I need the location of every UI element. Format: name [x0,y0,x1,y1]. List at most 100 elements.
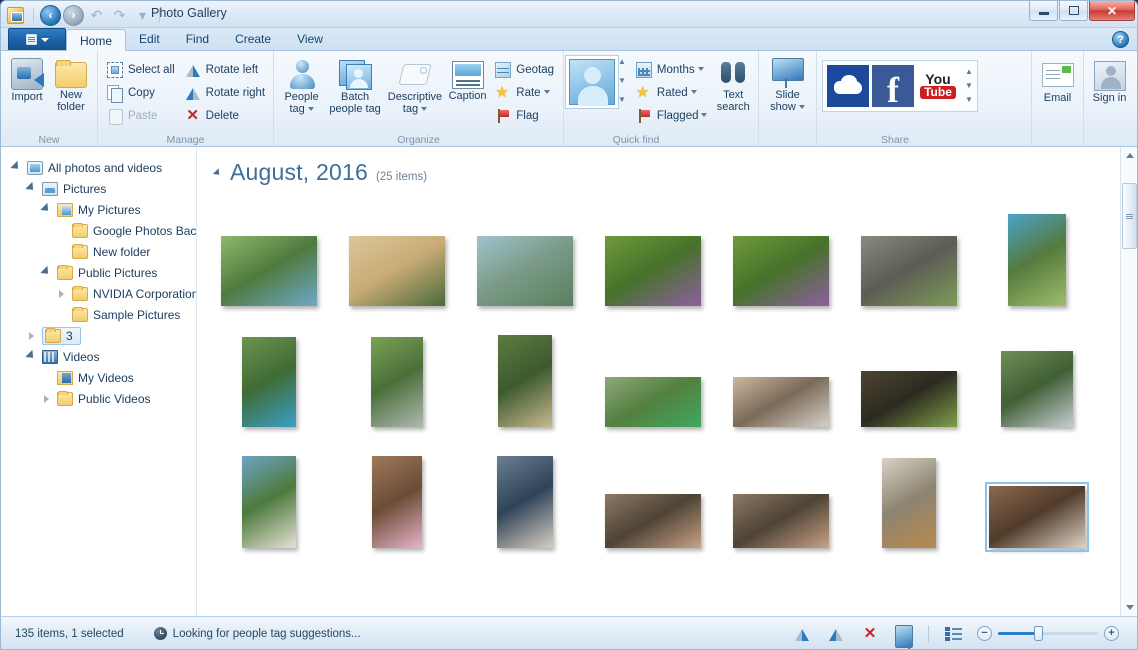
sidebar-item-new-folder[interactable]: New folder [1,241,196,262]
rated-button[interactable]: ★ Rated [632,82,712,103]
thumbnail-cell[interactable] [727,445,835,548]
thumbnail-cell[interactable] [983,324,1091,427]
sidebar-item-my-pictures[interactable]: My Pictures [1,199,196,220]
thumbnail-cell[interactable] [599,445,707,548]
photo-thumbnail[interactable] [605,377,701,427]
photo-thumbnail[interactable] [372,456,422,548]
collapse-group-icon[interactable] [212,167,223,178]
twisty-expanded-icon[interactable] [9,160,23,173]
sidebar-item-public-videos[interactable]: Public Videos [1,388,196,409]
new-folder-button[interactable]: New folder [50,55,92,113]
people-preview-thumbnail[interactable] [569,59,615,106]
thumbnail-cell[interactable] [983,445,1091,552]
sidebar-item-public-pictures[interactable]: Public Pictures [1,262,196,283]
twisty-expanded-icon[interactable] [24,349,38,362]
paste-button[interactable]: Paste [103,105,179,126]
photo-thumbnail[interactable] [733,377,829,427]
photo-thumbnail[interactable] [349,236,445,306]
customize-qat-icon[interactable]: ▾ [132,5,153,26]
photo-thumbnail[interactable] [477,236,573,306]
thumbnail-cell[interactable] [599,203,707,306]
zoom-slider-handle[interactable] [1034,626,1043,641]
tab-edit[interactable]: Edit [126,28,173,50]
zoom-in-button[interactable]: + [1104,626,1119,641]
status-rotate-right-button[interactable] [826,624,846,644]
thumbnail-cell[interactable] [855,324,963,427]
twisty-expanded-icon[interactable] [39,202,53,215]
thumbnail-cell[interactable] [215,324,323,427]
delete-button[interactable]: ✕ Delete [181,105,269,126]
rate-button[interactable]: ★ Rate [491,82,558,103]
scroll-more-icon[interactable]: ▼ [618,96,626,104]
thumbnail-cell[interactable] [471,445,579,548]
thumbnail-cell[interactable] [215,566,323,616]
forward-button[interactable]: › [63,4,84,26]
rotate-left-button[interactable]: Rotate left [181,59,269,80]
thumbnail-cell[interactable] [215,445,323,548]
sidebar-item-videos[interactable]: Videos [1,346,196,367]
undo-icon[interactable]: ↶ [86,5,107,26]
tab-create[interactable]: Create [222,28,284,50]
photo-thumbnail[interactable] [221,236,317,306]
sidebar-item-3[interactable]: 3 [1,325,196,346]
app-icon[interactable] [7,6,24,24]
thumbnail-cell[interactable] [343,324,451,427]
sidebar-item-nvidia-corporation[interactable]: NVIDIA Corporation [1,283,196,304]
scroll-down-button[interactable] [1121,599,1137,616]
youtube-tile[interactable]: You Tube [917,65,959,107]
text-search-button[interactable]: Text search [713,55,753,113]
sidebar-item-sample-pictures[interactable]: Sample Pictures [1,304,196,325]
twisty-collapsed-icon[interactable] [54,289,68,298]
thumbnail-cell[interactable] [727,203,835,306]
back-button[interactable]: ‹ [40,4,61,26]
zoom-control[interactable]: − + [977,626,1119,641]
import-button[interactable]: Import [6,55,48,104]
scroll-down-icon[interactable]: ▼ [965,82,973,90]
zoom-out-button[interactable]: − [977,626,992,641]
thumbnail-cell[interactable] [599,566,707,616]
photo-thumbnail[interactable] [861,236,957,306]
thumbnail-cell[interactable] [343,566,451,616]
scroll-track[interactable] [1121,164,1137,599]
photo-thumbnail[interactable] [242,337,296,427]
photo-thumbnail[interactable] [1001,351,1073,427]
sidebar-item-google-photos-backu[interactable]: Google Photos Backu [1,220,196,241]
details-view-button[interactable] [943,624,963,644]
batch-people-tag-button[interactable]: Batch people tag [326,55,384,115]
photo-thumbnail[interactable] [1008,214,1066,306]
scroll-up-icon[interactable]: ▲ [618,58,626,66]
tab-find[interactable]: Find [173,28,222,50]
thumbnail-cell[interactable] [471,566,579,616]
photo-thumbnail[interactable] [242,456,296,548]
file-menu-button[interactable] [8,28,66,50]
photo-thumbnail[interactable] [497,456,553,548]
twisty-expanded-icon[interactable] [39,265,53,278]
select-all-button[interactable]: Select all [103,59,179,80]
twisty-expanded-icon[interactable] [24,181,38,194]
twisty-collapsed-icon[interactable] [24,331,38,340]
scroll-thumb[interactable] [1122,183,1137,249]
vertical-scrollbar[interactable] [1120,147,1137,616]
sidebar-item-all-photos-and-videos[interactable]: All photos and videos [1,157,196,178]
photo-thumbnail[interactable] [733,494,829,548]
photo-thumbnail[interactable] [498,335,552,427]
flag-button[interactable]: Flag [491,105,558,126]
photo-thumbnail[interactable] [985,482,1089,552]
tab-home[interactable]: Home [66,29,127,51]
maximize-button[interactable] [1059,1,1088,21]
twisty-collapsed-icon[interactable] [39,394,53,403]
navigation-sidebar[interactable]: All photos and videos Pictures My Pictures… [1,147,197,616]
thumbnail-cell[interactable] [855,445,963,548]
scroll-down-icon[interactable]: ▼ [618,77,626,85]
rotate-right-button[interactable]: Rotate right [181,82,269,103]
scroll-more-icon[interactable]: ▼ [965,96,973,104]
group-header[interactable]: August, 2016 (25 items) [197,147,1120,186]
close-button[interactable]: ✕ [1089,1,1135,21]
status-delete-button[interactable]: ✕ [860,624,880,644]
flagged-button[interactable]: Flagged [632,105,712,126]
status-slideshow-button[interactable] [894,624,914,649]
thumbnail-grid[interactable] [215,203,1112,616]
thumbnail-cell[interactable] [599,324,707,427]
share-scroll-spinner[interactable]: ▲ ▼ ▼ [965,65,973,107]
thumbnail-cell[interactable] [471,203,579,306]
